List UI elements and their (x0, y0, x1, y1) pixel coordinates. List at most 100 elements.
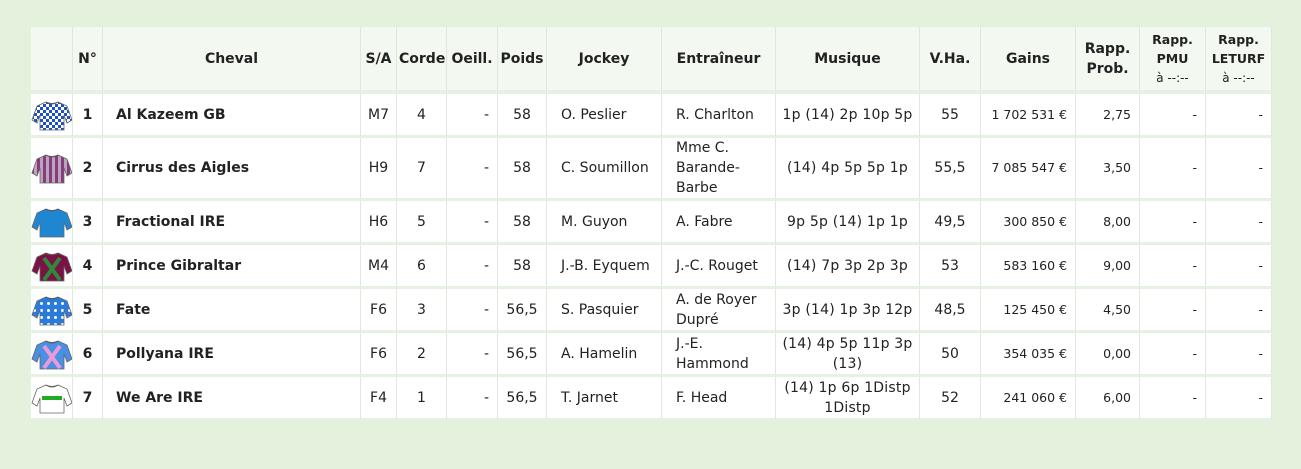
draw-cell: 5 (397, 201, 447, 245)
row-number-cell: 5 (73, 289, 103, 333)
handicap-value-cell: 55,5 (920, 138, 981, 201)
rapp-pmu-cell: - (1140, 377, 1206, 421)
jockey-name-cell[interactable]: O. Peslier (547, 94, 662, 138)
rapp-pmu-cell: - (1140, 201, 1206, 245)
header-rapp-leturf-line1: Rapp. (1218, 31, 1259, 47)
horse-name-cell[interactable]: Al Kazeem GB (103, 94, 361, 138)
table-row[interactable]: 5 Fate F6 3-56,5 S. Pasquier A. de Royer Dupr… (31, 289, 1272, 333)
horse-name-cell[interactable]: We Are IRE (103, 377, 361, 421)
sex-age-cell: H6 (361, 201, 397, 245)
rapp-pmu-cell: - (1140, 289, 1206, 333)
row-number-cell: 1 (73, 94, 103, 138)
table-row[interactable]: 4 Prince Gibraltar M4 6-58 J.-B. Eyquem J.-C.… (31, 245, 1272, 289)
sex-age-cell: H9 (361, 138, 397, 201)
form-cell: 9p 5p (14) 1p 1p (776, 201, 920, 245)
rapp-pmu-cell: - (1140, 94, 1206, 138)
header-rapp-prob-line2: Prob. (1086, 60, 1129, 77)
blinkers-cell: - (447, 94, 498, 138)
trainer-name-cell[interactable]: Mme C. Barande-Barbe (662, 138, 776, 201)
draw-cell: 3 (397, 289, 447, 333)
jockey-silk-icon (31, 154, 72, 184)
header-earnings[interactable]: Gains (981, 27, 1076, 94)
rapp-prob-cell: 4,50 (1076, 289, 1140, 333)
earnings-cell: 125 450 € (981, 289, 1076, 333)
trainer-name-cell[interactable]: A. Fabre (662, 201, 776, 245)
table-row[interactable]: 6 Pollyana IRE F6 2-56,5 A. Hamelin J.-E. Ham… (31, 333, 1272, 377)
jockey-name-cell[interactable]: C. Soumillon (547, 138, 662, 201)
row-number-cell: 4 (73, 245, 103, 289)
header-horse[interactable]: Cheval (103, 27, 361, 94)
jockey-name-cell[interactable]: T. Jarnet (547, 377, 662, 421)
jockey-name-cell[interactable]: M. Guyon (547, 201, 662, 245)
horse-name-cell[interactable]: Fate (103, 289, 361, 333)
sex-age-cell: F4 (361, 377, 397, 421)
horse-name-cell[interactable]: Cirrus des Aigles (103, 138, 361, 201)
handicap-value-cell: 50 (920, 333, 981, 377)
form-cell: (14) 7p 3p 2p 3p (776, 245, 920, 289)
header-handicap-value[interactable]: V.Ha. (920, 27, 981, 94)
handicap-value-cell: 52 (920, 377, 981, 421)
header-form[interactable]: Musique (776, 27, 920, 94)
rapp-pmu-cell: - (1140, 245, 1206, 289)
rapp-prob-cell: 9,00 (1076, 245, 1140, 289)
table-row[interactable]: 1 Al Kazeem GB M7 4-58 O. Peslier R. Charlton… (31, 94, 1272, 138)
trainer-name-cell[interactable]: A. de Royer Dupré (662, 289, 776, 333)
header-trainer[interactable]: Entraîneur (662, 27, 776, 94)
header-rapp-prob[interactable]: Rapp. Prob. (1076, 27, 1140, 94)
jockey-silk-icon (31, 384, 72, 413)
header-rapp-leturf-time: à --:-- (1222, 70, 1255, 85)
earnings-cell: 583 160 € (981, 245, 1076, 289)
horse-name-cell[interactable]: Pollyana IRE (103, 333, 361, 377)
form-cell: 3p (14) 1p 3p 12p (776, 289, 920, 333)
form-cell: (14) 4p 5p 5p 1p (776, 138, 920, 201)
rapp-leturf-cell: - (1206, 94, 1272, 138)
sex-age-cell: F6 (361, 333, 397, 377)
earnings-cell: 1 702 531 € (981, 94, 1076, 138)
weight-cell: 56,5 (498, 377, 547, 421)
trainer-name-cell[interactable]: F. Head (662, 377, 776, 421)
jockey-name-cell[interactable]: J.-B. Eyquem (547, 245, 662, 289)
draw-cell: 1 (397, 377, 447, 421)
blinkers-cell: - (447, 377, 498, 421)
trainer-name-cell[interactable]: J.-C. Rouget (662, 245, 776, 289)
sex-age-cell: M7 (361, 94, 397, 138)
rapp-pmu-cell: - (1140, 333, 1206, 377)
rapp-prob-cell: 3,50 (1076, 138, 1140, 201)
header-sex-age[interactable]: S/A (361, 27, 397, 94)
trainer-name-cell[interactable]: R. Charlton (662, 94, 776, 138)
header-rapp-leturf[interactable]: Rapp. LETURF à --:-- (1206, 27, 1272, 94)
header-silk (31, 27, 73, 94)
horse-name-cell[interactable]: Prince Gibraltar (103, 245, 361, 289)
draw-cell: 2 (397, 333, 447, 377)
horse-name-cell[interactable]: Fractional IRE (103, 201, 361, 245)
jockey-name-cell[interactable]: A. Hamelin (547, 333, 662, 377)
header-weight[interactable]: Poids (498, 27, 547, 94)
rapp-prob-cell: 6,00 (1076, 377, 1140, 421)
header-draw[interactable]: Corde (397, 27, 447, 94)
blinkers-cell: - (447, 138, 498, 201)
rapp-leturf-cell: - (1206, 377, 1272, 421)
earnings-cell: 7 085 547 € (981, 138, 1076, 201)
table-row[interactable]: 3 Fractional IRE H6 5-58 M. Guyon A. Fabre 9p … (31, 201, 1272, 245)
handicap-value-cell: 53 (920, 245, 981, 289)
earnings-cell: 241 060 € (981, 377, 1076, 421)
row-number-cell: 3 (73, 201, 103, 245)
header-rapp-pmu[interactable]: Rapp. PMU à --:-- (1140, 27, 1206, 94)
header-jockey[interactable]: Jockey (547, 27, 662, 94)
table-row[interactable]: 2 Cirrus des Aigles H9 7-58 C. Soumillon Mme … (31, 138, 1272, 201)
blinkers-cell: - (447, 201, 498, 245)
rapp-leturf-cell: - (1206, 333, 1272, 377)
draw-cell: 6 (397, 245, 447, 289)
header-blinkers[interactable]: Oeill. (447, 27, 498, 94)
trainer-name-cell[interactable]: J.-E. Hammond (662, 333, 776, 377)
rapp-leturf-cell: - (1206, 245, 1272, 289)
jockey-silk-icon (31, 101, 72, 130)
table-row[interactable]: 7 We Are IRE F4 1-56,5 T. Jarnet F. Head (14) … (31, 377, 1272, 421)
silk-cell (31, 377, 73, 421)
draw-cell: 7 (397, 138, 447, 201)
form-cell: (14) 1p 6p 1Distp 1Distp (776, 377, 920, 421)
header-rapp-pmu-line1: Rapp. (1152, 31, 1193, 47)
jockey-name-cell[interactable]: S. Pasquier (547, 289, 662, 333)
draw-cell: 4 (397, 94, 447, 138)
header-number[interactable]: N° (73, 27, 103, 94)
